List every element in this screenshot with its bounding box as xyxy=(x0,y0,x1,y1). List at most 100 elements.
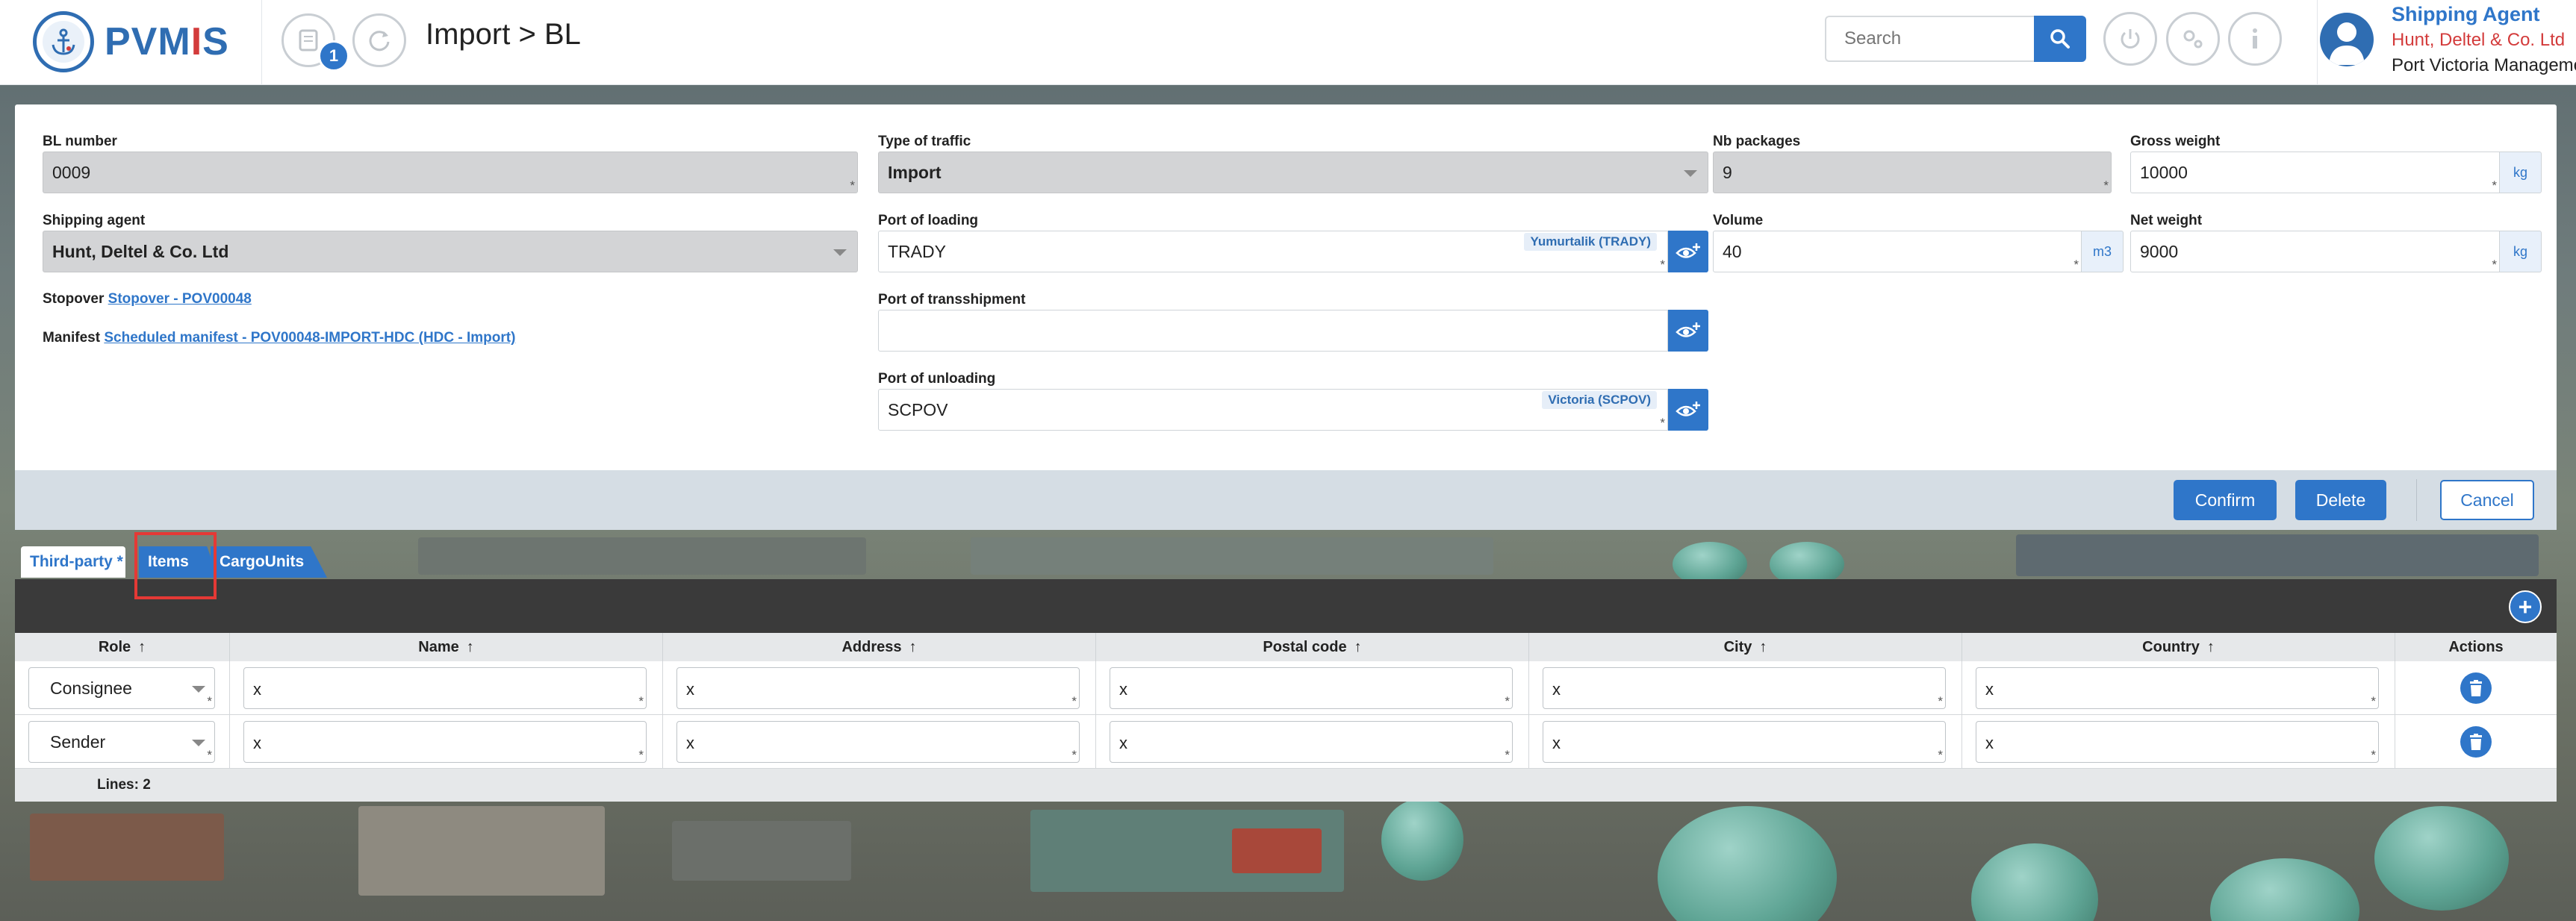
country-input[interactable]: x * xyxy=(1976,667,2379,709)
shipping-agent-select: Hunt, Deltel & Co. Ltd xyxy=(43,231,858,272)
user-agent-name: Hunt, Deltel & Co. Ltd xyxy=(2392,30,2566,50)
city-input[interactable]: x * xyxy=(1543,721,1946,763)
avatar[interactable] xyxy=(2320,13,2374,66)
address-input[interactable]: x * xyxy=(676,667,1080,709)
country-input[interactable]: x * xyxy=(1976,721,2379,763)
name-input[interactable]: x * xyxy=(243,667,647,709)
page-breadcrumb: Import > BL xyxy=(426,18,581,51)
sort-arrow-icon: ↑ xyxy=(909,638,917,655)
search-icon xyxy=(2050,29,2070,49)
app-logo[interactable]: PVMIS xyxy=(33,7,229,76)
column-header-address[interactable]: Address ↑ xyxy=(663,633,1096,661)
header-divider xyxy=(261,0,262,85)
sort-arrow-icon: ↑ xyxy=(1354,638,1362,655)
table-row: Consignee * x * x * x * x * x * xyxy=(15,661,2557,715)
address-input[interactable]: x * xyxy=(676,721,1080,763)
bl-form-card: BL number 0009 * Type of traffic Import N… xyxy=(15,104,2557,470)
refresh-icon xyxy=(369,31,390,51)
trash-icon xyxy=(2470,680,2482,696)
stopover-link[interactable]: Stopover - POV00048 xyxy=(108,291,252,307)
cancel-button[interactable]: Cancel xyxy=(2440,480,2534,520)
sort-arrow-icon: ↑ xyxy=(138,638,146,655)
nb-packages-field: 9 * xyxy=(1713,152,2112,193)
column-header-postal-code[interactable]: Postal code ↑ xyxy=(1096,633,1529,661)
app-header: PVMIS 1 Import > BL Shipping Agent Hunt,… xyxy=(0,0,2576,85)
sort-arrow-icon: ↑ xyxy=(466,638,474,655)
refresh-button[interactable] xyxy=(352,13,406,67)
net-weight-label: Net weight xyxy=(2130,213,2203,228)
port-of-unloading-lookup-button[interactable] xyxy=(1668,389,1708,431)
bl-number-field: 0009 * xyxy=(43,152,858,193)
port-of-transshipment-lookup-button[interactable] xyxy=(1668,310,1708,352)
column-header-name[interactable]: Name ↑ xyxy=(230,633,663,661)
manifest-line: Manifest Scheduled manifest - POV00048-I… xyxy=(43,330,516,346)
confirm-button[interactable]: Confirm xyxy=(2174,480,2277,520)
name-input[interactable]: x * xyxy=(243,721,647,763)
header-divider-user xyxy=(2317,0,2318,85)
chevron-down-icon xyxy=(1684,170,1697,177)
gross-weight-unit: kg xyxy=(2500,152,2542,193)
table-toolbar: + xyxy=(15,579,2557,633)
search-input[interactable] xyxy=(1825,16,2035,62)
volume-label: Volume xyxy=(1713,213,1764,228)
sort-arrow-icon: ↑ xyxy=(2206,638,2215,655)
column-header-actions: Actions xyxy=(2448,638,2504,655)
user-icon xyxy=(2329,22,2365,65)
postal-code-input[interactable]: x * xyxy=(1110,667,1513,709)
tab-third-party[interactable]: Third-party * xyxy=(21,546,125,578)
user-role: Shipping Agent xyxy=(2392,3,2540,25)
volume-unit: m3 xyxy=(2082,231,2124,272)
document-icon xyxy=(299,29,318,51)
delete-row-button[interactable] xyxy=(2460,672,2492,704)
port-of-unloading-label: Port of unloading xyxy=(878,371,996,387)
column-header-role[interactable]: Role ↑ xyxy=(15,633,230,661)
gear-icon xyxy=(2183,30,2203,49)
notification-badge: 1 xyxy=(318,40,349,72)
search-button[interactable] xyxy=(2034,16,2086,62)
power-icon xyxy=(2121,29,2140,49)
net-weight-unit: kg xyxy=(2500,231,2542,272)
port-of-unloading-input[interactable]: SCPOV Victoria (SCPOV) * xyxy=(878,389,1668,431)
bl-number-label: BL number xyxy=(43,134,117,149)
table-footer: Lines: 2 xyxy=(15,769,2557,802)
port-of-loading-lookup-button[interactable] xyxy=(1668,231,1708,272)
port-of-loading-label: Port of loading xyxy=(878,213,979,228)
port-of-unloading-hint: Victoria (SCPOV) xyxy=(1542,391,1657,409)
type-of-traffic-label: Type of traffic xyxy=(878,134,971,149)
manifest-link[interactable]: Scheduled manifest - POV00048-IMPORT-HDC… xyxy=(104,330,515,346)
city-input[interactable]: x * xyxy=(1543,667,1946,709)
logout-button[interactable] xyxy=(2103,12,2157,66)
tab-cargounits[interactable]: CargoUnits xyxy=(211,546,327,578)
gross-weight-input[interactable]: 10000 * xyxy=(2130,152,2500,193)
form-action-bar: Confirm Delete Cancel xyxy=(15,470,2557,530)
user-organization: Port Victoria Management xyxy=(2392,55,2576,75)
shipping-agent-label: Shipping agent xyxy=(43,213,146,228)
port-of-loading-input[interactable]: TRADY Yumurtalik (TRADY) * xyxy=(878,231,1668,272)
eye-plus-icon xyxy=(1676,402,1700,416)
delete-row-button[interactable] xyxy=(2460,726,2492,758)
port-of-loading-hint: Yumurtalik (TRADY) xyxy=(1524,233,1657,251)
settings-button[interactable] xyxy=(2166,12,2220,66)
add-row-button[interactable]: + xyxy=(2509,590,2542,623)
info-icon xyxy=(2253,28,2257,49)
table-row: Sender * x * x * x * x * x * xyxy=(15,715,2557,769)
logo-wordmark: PVMIS xyxy=(105,20,229,63)
column-header-city[interactable]: City ↑ xyxy=(1529,633,1962,661)
role-select[interactable]: Sender * xyxy=(28,721,215,763)
chevron-down-icon xyxy=(192,686,205,693)
table-header: Role ↑ Name ↑ Address ↑ Postal code ↑ City ↑ … xyxy=(15,633,2557,661)
anchor-logo-icon xyxy=(33,11,94,72)
chevron-down-icon xyxy=(192,740,205,746)
gross-weight-label: Gross weight xyxy=(2130,134,2221,149)
net-weight-input[interactable]: 9000 * xyxy=(2130,231,2500,272)
nb-packages-label: Nb packages xyxy=(1713,134,1801,149)
column-header-country[interactable]: Country ↑ xyxy=(1962,633,2395,661)
sort-arrow-icon: ↑ xyxy=(1759,638,1767,655)
volume-input[interactable]: 40 * xyxy=(1713,231,2082,272)
port-of-transshipment-input[interactable] xyxy=(878,310,1668,352)
delete-button[interactable]: Delete xyxy=(2295,480,2386,520)
role-select[interactable]: Consignee * xyxy=(28,667,215,709)
info-button[interactable] xyxy=(2228,12,2282,66)
eye-plus-icon xyxy=(1676,243,1700,258)
postal-code-input[interactable]: x * xyxy=(1110,721,1513,763)
